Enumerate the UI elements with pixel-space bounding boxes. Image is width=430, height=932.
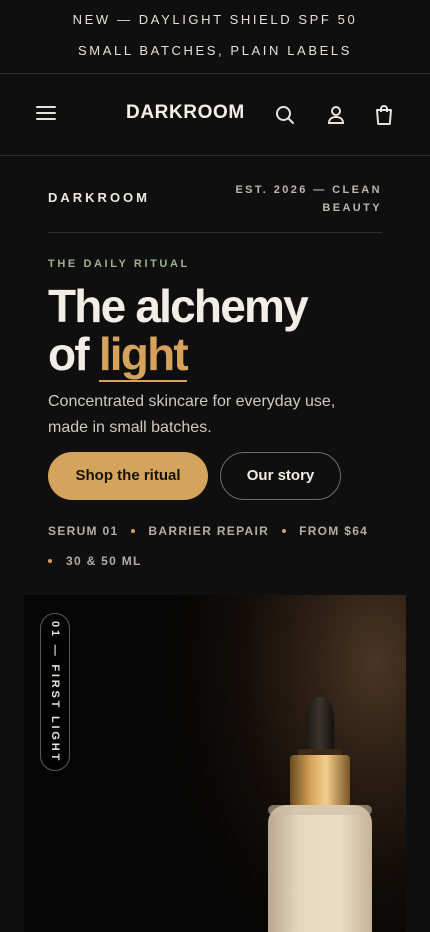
brand-logo[interactable]: DARKROOM (126, 102, 245, 124)
meta-item: BARRIER REPAIR (148, 524, 270, 538)
headline-accent: light (98, 328, 189, 382)
meta-item: 30 & 50 ML (66, 554, 142, 568)
established-note: EST. 2026 — CLEAN BEAUTY (235, 184, 382, 214)
hero-eyebrow: THE DAILY RITUAL (48, 258, 190, 270)
dot-separator (48, 558, 52, 563)
menu-icon[interactable] (36, 106, 56, 122)
announcement-line-1: NEW — DAYLIGHT SHIELD SPF 50 (72, 12, 358, 27)
site-header: DARKROOM (0, 74, 430, 156)
announcement-bar: NEW — DAYLIGHT SHIELD SPF 50 SMALL BATCH… (0, 0, 430, 74)
headline-line-1: The alchemy (48, 280, 309, 332)
account-icon[interactable] (324, 103, 348, 127)
hero-visual: 01 — FIRST LIGHT (24, 595, 406, 932)
hero-headline: The alchemy of light (48, 280, 309, 382)
announcement-line-2: SMALL BATCHES, PLAIN LABELS (78, 43, 352, 58)
product-meta: SERUM 01 BARRIER REPAIR FROM $64 30 & 50 M… (48, 520, 388, 580)
headline-of: of (48, 328, 90, 380)
serum-bottle-image (268, 697, 372, 932)
shop-ritual-button[interactable]: Shop the ritual (48, 452, 208, 500)
meta-item: FROM $64 (299, 524, 369, 538)
visual-tag-label: 01 — FIRST LIGHT (49, 621, 61, 763)
sub-brand: DARKROOM (48, 190, 150, 205)
dot-separator (131, 528, 136, 533)
meta-item: SERUM 01 (48, 524, 119, 538)
dot-separator (282, 528, 287, 533)
intro-row: DARKROOM EST. 2026 — CLEAN BEAUTY (48, 178, 382, 233)
bag-icon[interactable] (372, 103, 396, 127)
our-story-button[interactable]: Our story (220, 452, 341, 500)
search-icon[interactable] (273, 103, 297, 127)
visual-tag: 01 — FIRST LIGHT (40, 613, 70, 771)
hero-lead: Concentrated skincare for everyday use, … (48, 393, 336, 436)
